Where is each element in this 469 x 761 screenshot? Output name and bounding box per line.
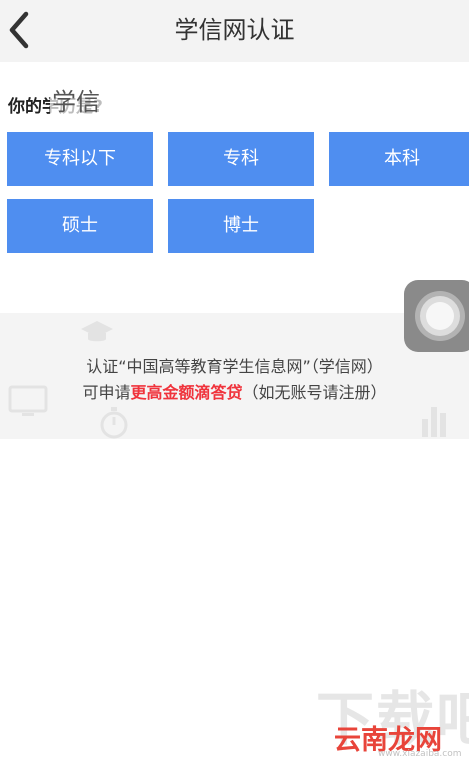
option-associate[interactable]: 专科 xyxy=(168,132,314,186)
top-bar: 学信网认证 xyxy=(0,0,469,62)
option-master[interactable]: 硕士 xyxy=(7,199,153,253)
bar-chart-icon xyxy=(422,407,446,437)
info-line-2: 可申请更高金额滴答贷（如无账号请注册） xyxy=(0,379,469,403)
option-doctorate[interactable]: 博士 xyxy=(168,199,314,253)
assistive-touch-button[interactable] xyxy=(404,280,469,352)
info-line-1: 认证“中国高等教育学生信息网”（学信网） xyxy=(86,357,383,376)
info-banner: 认证“中国高等教育学生信息网”（学信网） 可申请更高金额滴答贷（如无账号请注册） xyxy=(0,313,469,439)
info-line-2-suffix: （如无账号请注册） xyxy=(242,383,387,402)
page-title: 学信网认证 xyxy=(174,16,295,44)
loan-highlight: 更高金额滴答贷 xyxy=(130,383,243,402)
option-bachelor[interactable]: 本科 xyxy=(329,132,469,186)
option-below-associate[interactable]: 专科以下 xyxy=(7,132,153,186)
stopwatch-icon xyxy=(100,407,128,439)
info-line-2-prefix: 可申请 xyxy=(82,383,131,402)
watermark-url: www.xiazaiba.com xyxy=(378,749,462,759)
assistive-ring-inner xyxy=(426,302,454,330)
question-overlay-text: 学信 xyxy=(50,82,102,117)
graduation-cap-icon xyxy=(81,321,113,342)
